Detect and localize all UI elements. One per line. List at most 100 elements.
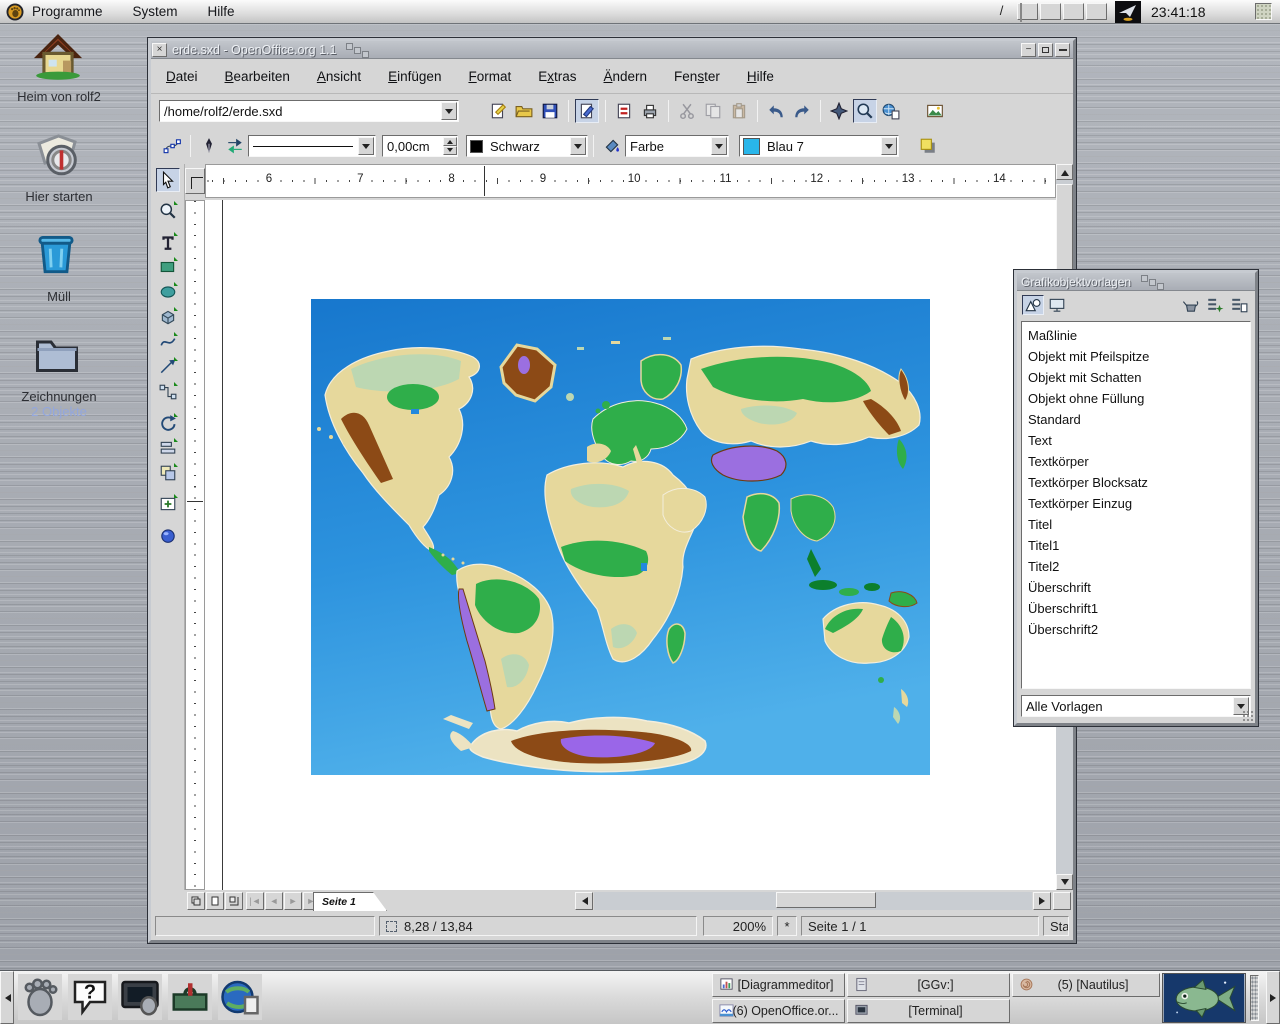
status-zoom-cell[interactable]: 200% [703,916,773,936]
panel-hide-handle[interactable] [1255,3,1272,20]
gnome-menu-icon[interactable] [6,3,24,21]
minimize-icon[interactable]: − [1021,43,1036,57]
paste-icon[interactable] [727,99,751,123]
help-launcher[interactable]: ? [68,974,112,1020]
close-icon[interactable]: × [152,43,167,57]
navigator-icon[interactable] [827,99,851,123]
first-page-icon[interactable]: |◄ [246,892,264,910]
url-combobox[interactable]: /home/rolf2/erde.sxd [159,100,459,122]
world-map-object[interactable] [311,299,930,775]
vertical-ruler[interactable] [185,200,205,890]
desktop-icon-home[interactable]: Heim von rolf2 [8,30,110,104]
toolbox-launcher[interactable] [168,974,212,1020]
cut-icon[interactable] [675,99,699,123]
fill-bucket-icon[interactable] [600,134,624,158]
ellipse-tool-icon[interactable] [156,280,180,304]
fill-mode-icon[interactable] [1180,295,1202,315]
chevron-down-icon[interactable] [881,137,897,155]
edit-file-icon[interactable] [575,99,599,123]
undo-icon[interactable] [764,99,788,123]
list-item[interactable]: Titel [1022,514,1250,535]
desktop-icon-folder[interactable]: Zeichnungen2 Objekte [8,330,110,419]
copy-icon[interactable] [701,99,725,123]
styles-filter-value[interactable]: Alle Vorlagen [1022,699,1232,714]
horizontal-scroll-thumb[interactable] [776,892,876,908]
list-item[interactable]: Objekt mit Pfeilspitze [1022,346,1250,367]
menu-einfgen[interactable]: Einfügen [388,69,441,84]
chevron-down-icon[interactable] [711,137,727,155]
menu-extras[interactable]: Extras [538,69,576,84]
page-tab[interactable]: Seite 1 [313,892,387,911]
drawing-canvas[interactable] [205,200,1056,890]
desktop-icon-trash[interactable]: Müll [8,230,110,304]
pen-icon[interactable] [197,134,221,158]
horizontal-ruler[interactable]: 67891011121314 [205,164,1056,198]
menu-bearbeiten[interactable]: Bearbeiten [225,69,290,84]
scroll-right-icon[interactable] [1033,892,1051,910]
select-icon[interactable] [156,168,180,192]
effects-tool-icon[interactable] [156,523,180,547]
fill-color-combobox[interactable]: Blau 7 [739,135,899,157]
hyperlink-icon[interactable] [879,99,903,123]
line-width-value[interactable]: 0,00cm [383,139,443,154]
list-item[interactable]: Titel1 [1022,535,1250,556]
list-item[interactable]: Standard [1022,409,1250,430]
previous-page-icon[interactable]: ◄ [265,892,283,910]
splitter-left-icon[interactable] [575,892,593,910]
list-item[interactable]: Textkörper [1022,451,1250,472]
styles-titlebar[interactable]: Grafikobjektvorlagen [1017,273,1255,291]
arrange-tool-icon[interactable] [156,461,180,485]
list-item[interactable]: Überschrift1 [1022,598,1250,619]
pager-workspace-3[interactable] [1063,3,1084,20]
line-color-combobox[interactable]: Schwarz [466,135,588,157]
task-terminal[interactable]: [Terminal] [847,999,1010,1023]
open-folder-icon[interactable] [512,99,536,123]
edit-points-icon[interactable] [160,134,184,158]
task-ggv[interactable]: [GGv:] [847,973,1010,997]
save-icon[interactable] [538,99,562,123]
line-style-combobox[interactable] [248,135,376,157]
menu-datei[interactable]: Datei [166,69,198,84]
print-icon[interactable] [638,99,662,123]
gnome-foot-launcher[interactable] [18,974,62,1020]
scroll-up-icon[interactable] [1056,164,1073,180]
task-5nautilus[interactable]: (5) [Nautilus] [1012,973,1160,997]
next-page-icon[interactable]: ► [284,892,302,910]
presentation-styles-icon[interactable] [1046,295,1068,315]
rotate-tool-icon[interactable] [156,411,180,435]
text-tool-icon[interactable] [156,230,180,254]
browser-launcher[interactable] [218,974,262,1020]
resize-grip[interactable] [1242,710,1254,722]
desktop-icon-start-here[interactable]: Hier starten [8,130,110,204]
maximize-icon[interactable] [1038,43,1053,57]
task-diagrammeditor[interactable]: [Diagrammeditor] [712,973,845,997]
curve-tool-icon[interactable] [156,330,180,354]
styles-filter-combobox[interactable]: Alle Vorlagen [1021,695,1251,717]
task-6openofficeor[interactable]: (6) OpenOffice.or... [712,999,845,1023]
top-menu-hilfe[interactable]: Hilfe [208,4,235,19]
pager-workspace-2[interactable] [1040,3,1061,20]
objects3d-tool-icon[interactable] [156,305,180,329]
list-item[interactable]: Textkörper Blocksatz [1022,472,1250,493]
list-item[interactable]: Überschrift [1022,577,1250,598]
line-width-spinner[interactable]: 0,00cm [382,135,458,157]
terminal-launcher-launcher[interactable] [118,974,162,1020]
fish-applet[interactable] [1162,973,1246,1023]
tasklist-slash-icon[interactable]: / [994,3,1009,21]
fill-color-value[interactable]: Blau 7 [763,139,880,154]
pager-workspace-1[interactable] [1017,3,1038,20]
update-style-icon[interactable] [1228,295,1250,315]
gallery-icon[interactable] [923,99,947,123]
list-item[interactable]: Objekt ohne Füllung [1022,388,1250,409]
new-style-from-selection-icon[interactable] [1204,295,1226,315]
fill-type-value[interactable]: Farbe [626,139,710,154]
chevron-down-icon[interactable] [441,102,457,120]
new-document-icon[interactable] [486,99,510,123]
list-item[interactable]: Objekt mit Schatten [1022,367,1250,388]
list-item[interactable]: Textkörper Einzug [1022,493,1250,514]
url-value[interactable]: /home/rolf2/erde.sxd [160,104,440,119]
chevron-down-icon[interactable] [358,137,374,155]
spin-up-icon[interactable] [443,137,457,146]
redo-icon[interactable] [790,99,814,123]
list-item[interactable]: Überschrift2 [1022,619,1250,640]
